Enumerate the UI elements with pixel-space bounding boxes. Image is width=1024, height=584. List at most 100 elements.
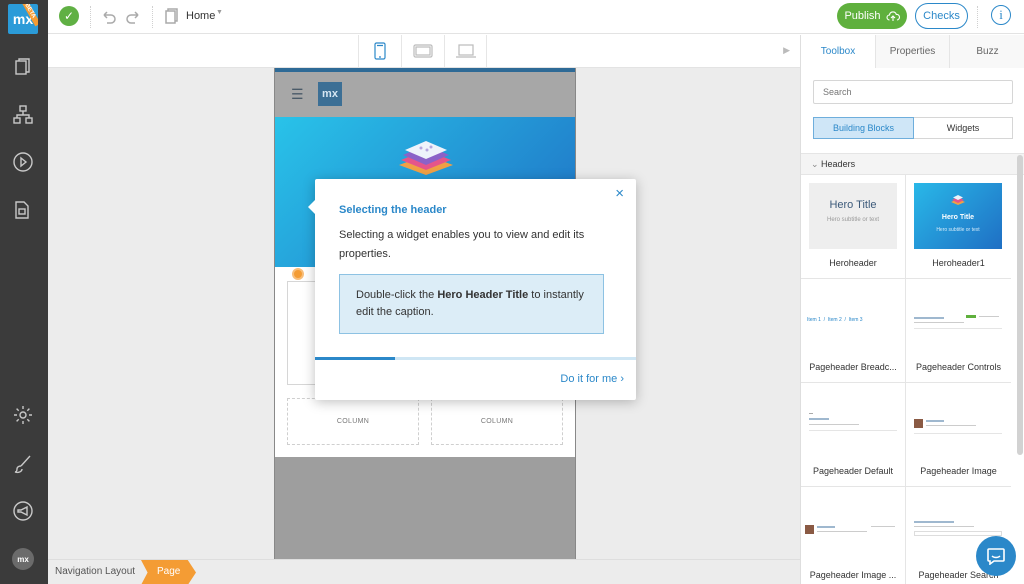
- tab-toolbox[interactable]: Toolbox: [801, 35, 875, 68]
- card-label: Heroheader1: [932, 258, 985, 268]
- settings-icon[interactable]: [12, 404, 34, 426]
- thumb-line: [979, 316, 999, 317]
- card-pageheader-breadcrumb[interactable]: Item 1 / Item 2 / Item 3 Pageheader Brea…: [801, 279, 906, 383]
- tab-label: Properties: [889, 46, 936, 57]
- undo-icon[interactable]: [99, 7, 117, 25]
- thumb-divider: [809, 430, 897, 431]
- chat-icon: [987, 548, 1005, 565]
- announcement-icon[interactable]: [12, 500, 34, 522]
- card-label: Pageheader Image: [920, 466, 997, 476]
- thumb-line: [914, 317, 944, 319]
- desktop-device-button[interactable]: [444, 35, 487, 67]
- chevron-right-icon: ›: [620, 373, 624, 385]
- layers-illustration-icon: [951, 195, 965, 205]
- hint-prefix: Double-click the: [356, 289, 438, 301]
- thumb-divider: [914, 328, 1002, 329]
- page-document-icon: [162, 7, 180, 25]
- thumb-line: [809, 418, 829, 420]
- toolbar-divider: [90, 6, 91, 28]
- building-blocks-toggle[interactable]: Building Blocks: [813, 117, 914, 139]
- laptop-icon: [455, 44, 476, 58]
- layers-illustration-icon: [399, 141, 453, 175]
- thumb-line: [871, 526, 895, 527]
- tutorial-dialog: × Selecting the header Selecting a widge…: [308, 179, 636, 400]
- default-thumbnail: [809, 391, 897, 457]
- mendix-logo[interactable]: mx BETA: [8, 4, 38, 34]
- chevron-down-icon: ⌄: [811, 159, 822, 169]
- phone-logo: mx: [318, 82, 342, 106]
- card-heroheader[interactable]: Hero Title Hero subtitle or text Herohea…: [801, 175, 906, 279]
- card-label: Pageheader Breadc...: [809, 362, 897, 372]
- redo-icon[interactable]: [125, 7, 143, 25]
- toolbar-divider: [152, 6, 153, 28]
- thumb-subtitle: Hero subtitle or text: [936, 227, 980, 233]
- structure-icon[interactable]: [12, 104, 34, 126]
- thumb-divider: [914, 433, 1002, 434]
- card-pageheader-image[interactable]: Pageheader Image: [906, 383, 1011, 487]
- column-label: COLUMN: [480, 418, 514, 425]
- do-it-label: Do it for me: [560, 373, 618, 385]
- phone-navbar[interactable]: ☰ mx: [275, 72, 575, 117]
- card-label: Heroheader: [829, 258, 877, 268]
- thumb-line: [914, 521, 954, 523]
- breadcrumb-page-label: Page: [157, 566, 181, 577]
- column-placeholder-2[interactable]: COLUMN: [431, 398, 563, 445]
- image-thumbnail: [914, 391, 1002, 457]
- card-pageheader-image-2[interactable]: Pageheader Image ...: [801, 487, 906, 584]
- widgets-toggle[interactable]: Widgets: [914, 117, 1013, 139]
- card-pageheader-default[interactable]: Pageheader Default: [801, 383, 906, 487]
- column-placeholder-1[interactable]: COLUMN: [287, 398, 419, 445]
- run-icon[interactable]: [12, 151, 34, 173]
- left-rail: mx BETA mx: [0, 0, 48, 584]
- breadcrumb-navigation-layout[interactable]: Navigation Layout: [55, 566, 135, 577]
- panel-scrollbar[interactable]: [1017, 155, 1023, 455]
- collapse-arrow-icon[interactable]: ▶: [783, 45, 790, 56]
- tab-properties[interactable]: Properties: [875, 35, 949, 68]
- thumb-line: [926, 420, 944, 422]
- publish-button[interactable]: Publish: [837, 3, 907, 29]
- card-heroheader1[interactable]: Hero Title Hero subtitle or text Herohea…: [906, 175, 1011, 279]
- checks-button[interactable]: Checks: [915, 3, 968, 29]
- chat-button[interactable]: [976, 536, 1016, 576]
- tablet-device-button[interactable]: [401, 35, 444, 67]
- thumb-search-box: [914, 531, 1002, 536]
- phone-device-button[interactable]: [358, 35, 401, 67]
- device-switcher-bar: ▶: [48, 35, 800, 68]
- top-toolbar: ✓ Home ▼ Publish Checks i: [48, 0, 1024, 34]
- info-icon[interactable]: i: [991, 5, 1011, 25]
- headers-section[interactable]: ⌄ Headers: [801, 153, 1024, 175]
- toggle-label: Building Blocks: [832, 123, 895, 133]
- thumb-line: [817, 531, 867, 532]
- breadcrumb-page[interactable]: Page: [141, 560, 196, 584]
- thumb-line: [817, 526, 835, 528]
- checks-label: Checks: [923, 10, 960, 22]
- search-input[interactable]: [813, 80, 1013, 104]
- controls-thumbnail: [914, 287, 1002, 353]
- thumb-breadcrumb: Item 1 / Item 2 / Item 3: [807, 317, 863, 323]
- thumb-title: Hero Title: [941, 214, 975, 221]
- toolbar-divider: [977, 6, 978, 28]
- phone-logo-text: mx: [322, 88, 338, 100]
- avatar[interactable]: mx: [12, 548, 34, 570]
- pages-icon[interactable]: [12, 56, 34, 78]
- tab-label: Buzz: [976, 46, 999, 57]
- thumb-title: Hero Title: [829, 199, 877, 211]
- thumb-line: [809, 424, 859, 425]
- status-check-icon[interactable]: ✓: [59, 6, 79, 26]
- documents-icon[interactable]: [12, 199, 34, 221]
- phone-icon: [374, 42, 386, 60]
- tab-buzz[interactable]: Buzz: [949, 35, 1024, 68]
- thumb-line: [926, 425, 976, 426]
- card-pageheader-controls[interactable]: Pageheader Controls: [906, 279, 1011, 383]
- tutorial-hotspot[interactable]: [292, 268, 304, 280]
- document-name[interactable]: Home: [186, 10, 215, 22]
- heroheader-thumbnail: Hero Title Hero subtitle or text: [809, 183, 897, 249]
- chevron-down-icon[interactable]: ▼: [216, 9, 223, 16]
- hamburger-icon[interactable]: ☰: [291, 86, 304, 103]
- brush-icon[interactable]: [12, 453, 34, 475]
- close-icon[interactable]: ×: [615, 186, 624, 201]
- breadcrumb: Navigation Layout Page: [48, 559, 800, 584]
- image2-thumbnail: [805, 495, 897, 561]
- toggle-label: Widgets: [946, 123, 980, 133]
- do-it-for-me-link[interactable]: Do it for me ›: [560, 373, 624, 385]
